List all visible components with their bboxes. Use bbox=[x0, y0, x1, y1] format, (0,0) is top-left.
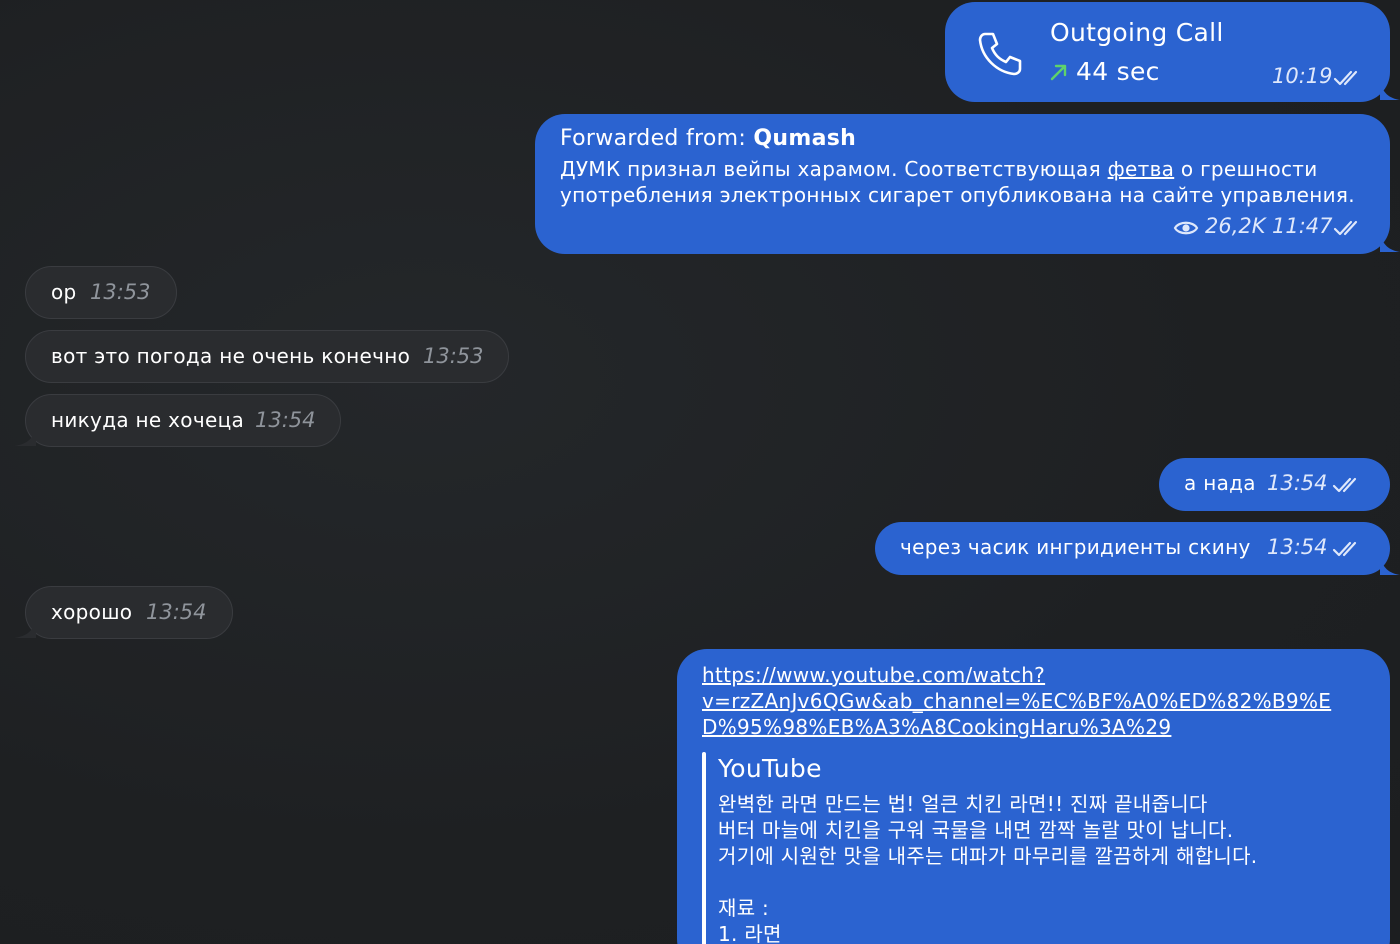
phone-icon bbox=[978, 32, 1022, 76]
forwarded-text-line1: ДУМК признал вейпы харамом. Соответствую… bbox=[560, 157, 1318, 181]
bubble-tail bbox=[1380, 555, 1400, 575]
message-time: 13:54 bbox=[1267, 471, 1328, 495]
message-time: 13:53 bbox=[423, 344, 484, 368]
preview-description-line1: 버터 마늘에 치킨을 구워 국물을 내면 깜짝 놀랄 맛이 납니다. bbox=[718, 818, 1234, 842]
message-time: 10:19 bbox=[1272, 64, 1333, 88]
double-check-icon bbox=[1332, 541, 1357, 557]
view-count: 26,2K bbox=[1205, 214, 1266, 238]
bubble-tail bbox=[14, 426, 36, 446]
preview-title: 완벽한 라면 만드는 법! 얼큰 치킨 라면!! 진짜 끝내줍니다 bbox=[718, 792, 1208, 816]
text-fragment: о грешности bbox=[1174, 157, 1318, 181]
incoming-message[interactable]: хорошо 13:54 bbox=[25, 586, 233, 639]
link-preview[interactable]: YouTube 완벽한 라면 만드는 법! 얼큰 치킨 라면!! 진짜 끝내줍니… bbox=[702, 752, 1362, 944]
preview-site-name: YouTube bbox=[718, 754, 822, 783]
forwarded-source[interactable]: Qumash bbox=[753, 126, 856, 151]
forwarded-message[interactable]: Forwarded from: Qumash ДУМК признал вейп… bbox=[535, 114, 1390, 254]
message-time: 13:54 bbox=[255, 408, 316, 432]
bubble-tail bbox=[1380, 80, 1400, 100]
incoming-message[interactable]: вот это погода не очень конечно 13:53 bbox=[25, 330, 509, 383]
bubble-tail bbox=[14, 618, 36, 638]
message-text: а нада bbox=[1184, 471, 1256, 495]
incoming-message[interactable]: ор 13:53 bbox=[25, 266, 177, 319]
bubble-tail bbox=[1380, 232, 1400, 252]
preview-bar bbox=[702, 752, 706, 944]
youtube-url-line1[interactable]: https://www.youtube.com/watch? bbox=[702, 663, 1045, 687]
message-text: вот это погода не очень конечно bbox=[51, 344, 411, 368]
message-text: через часик ингридиенты скину bbox=[900, 535, 1251, 559]
outgoing-call-message[interactable]: Outgoing Call 44 sec 10:19 bbox=[945, 2, 1390, 102]
arrow-up-right-icon bbox=[1050, 64, 1067, 81]
outgoing-message[interactable]: через часик ингридиенты скину 13:54 bbox=[875, 522, 1390, 575]
preview-ingredients-label: 재료 : bbox=[718, 896, 770, 920]
forwarded-header: Forwarded from: Qumash bbox=[560, 126, 856, 151]
link-message[interactable]: https://www.youtube.com/watch? v=rzZAnJv… bbox=[677, 649, 1390, 944]
message-text: хорошо bbox=[51, 600, 133, 624]
message-time: 11:47 bbox=[1272, 214, 1333, 238]
call-duration: 44 sec bbox=[1076, 57, 1160, 86]
outgoing-message[interactable]: а нада 13:54 bbox=[1159, 458, 1390, 511]
chat-area[interactable]: Outgoing Call 44 sec 10:19 Forwarded fro… bbox=[0, 0, 1400, 944]
eye-icon bbox=[1173, 221, 1199, 235]
message-time: 13:54 bbox=[146, 600, 207, 624]
forwarded-text-line2: употребления электронных сигарет опублик… bbox=[560, 183, 1355, 207]
double-check-icon bbox=[1332, 477, 1357, 493]
double-check-icon bbox=[1333, 220, 1358, 236]
call-title: Outgoing Call bbox=[1050, 18, 1224, 47]
text-fragment: ДУМК признал вейпы харамом. Соответствую… bbox=[560, 157, 1108, 181]
youtube-url-line3[interactable]: D%95%98%EB%A3%A8CookingHaru%3A%29 bbox=[702, 715, 1171, 739]
double-check-icon bbox=[1333, 70, 1358, 86]
preview-description-line2: 거기에 시원한 맛을 내주는 대파가 마무리를 깔끔하게 해합니다. bbox=[718, 844, 1258, 868]
message-text: никуда не хочеца bbox=[51, 408, 245, 432]
message-time: 13:53 bbox=[90, 280, 151, 304]
youtube-url-line2[interactable]: v=rzZAnJv6QGw&ab_channel=%EC%BF%A0%ED%82… bbox=[702, 689, 1331, 713]
message-text: ор bbox=[51, 280, 77, 304]
incoming-message[interactable]: никуда не хочеца 13:54 bbox=[25, 394, 341, 447]
preview-ingredient-item: 1. 라면 bbox=[718, 922, 782, 944]
fatwa-link[interactable]: фетва bbox=[1108, 157, 1175, 181]
message-time: 13:54 bbox=[1267, 535, 1328, 559]
forwarded-prefix: Forwarded from: bbox=[560, 126, 754, 151]
